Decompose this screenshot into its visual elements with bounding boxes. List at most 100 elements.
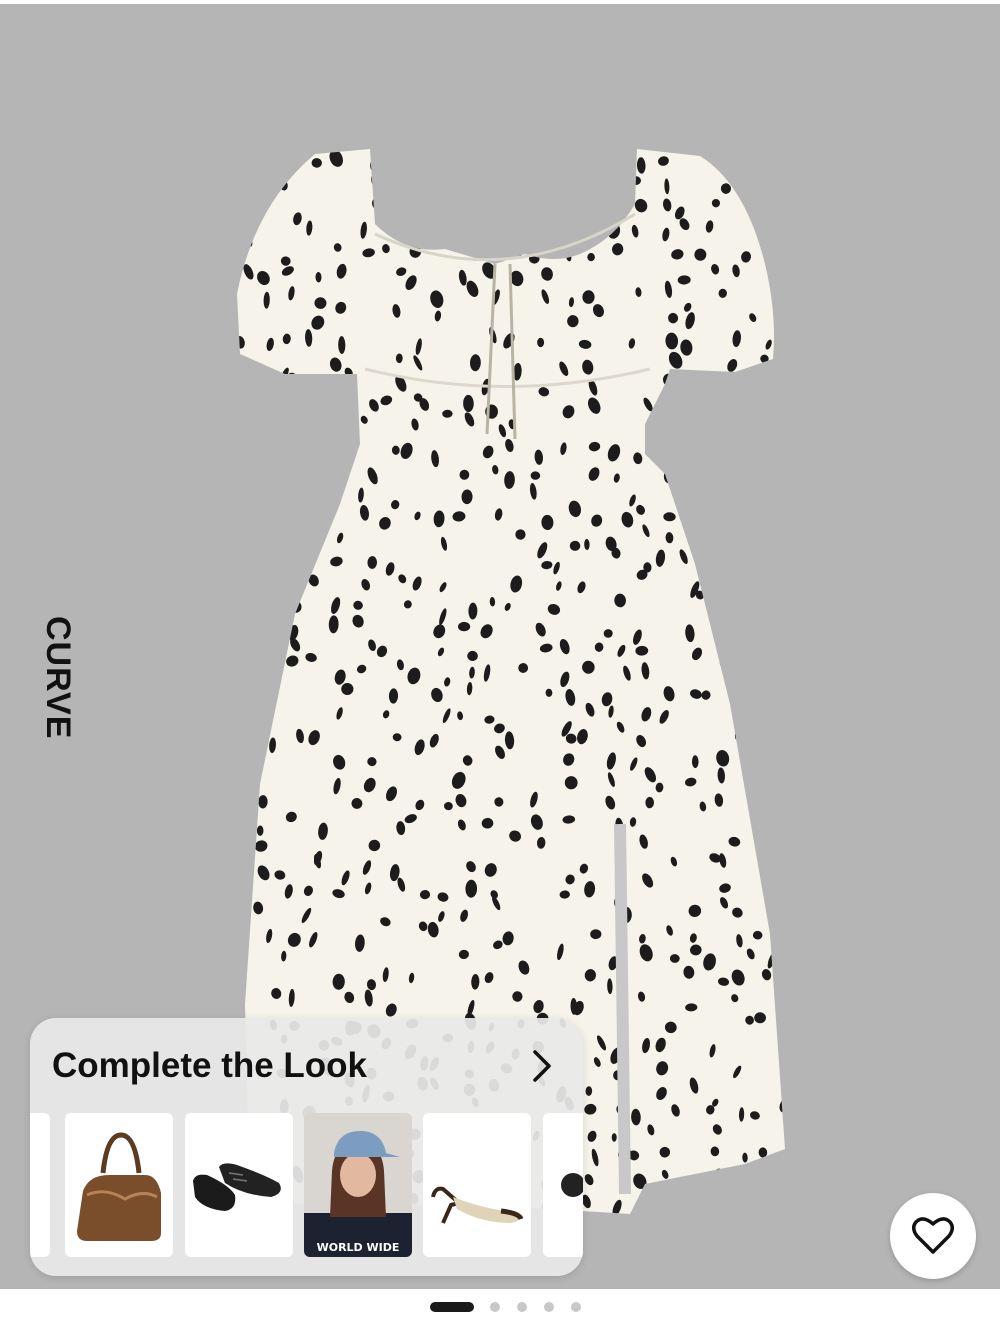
dress-spot [774,513,784,527]
dress-spot [343,427,352,437]
dress-spot [548,198,555,210]
dress-spot [237,224,245,242]
product-image-area[interactable]: CURVE Complete the Look WORLD WIDE [0,4,1000,1289]
dress-spot [786,649,793,659]
dress-spot [460,227,470,237]
dress-spot [690,1176,698,1189]
carousel-dot[interactable] [571,1302,581,1312]
dress-spot [693,446,701,457]
dress-spot [712,542,721,556]
dress-spot [292,398,305,416]
look-item-shoes[interactable] [185,1113,293,1257]
dress-spot [256,427,268,437]
dress-spot [237,499,249,514]
dress-spot [712,456,723,467]
dress-spot [237,474,244,488]
dress-spot [266,504,275,515]
dress-spot [766,1194,775,1205]
dress-spot [516,196,524,210]
dress-spot [792,747,795,760]
favorite-button[interactable] [890,1193,976,1279]
dress-spot [782,271,785,285]
dress-spot [784,1149,795,1164]
dress-spot [791,402,795,420]
dress-spot [266,166,275,177]
dress-spot [784,370,785,389]
dress-spot [422,183,430,192]
dress-spot [727,580,739,596]
dress-spot [767,261,774,271]
look-item-partial-left[interactable] [30,1113,50,1257]
dress-spot [237,554,241,564]
dress-spot [292,490,303,506]
look-items-row[interactable]: WORLD WIDE [30,1113,583,1257]
dress-spot [739,1173,752,1189]
dress-spot [395,179,408,194]
dress-spot [769,793,782,806]
carousel-pagination[interactable] [430,1301,590,1313]
dress-spot [719,570,726,587]
dress-spot [471,156,478,171]
look-item-partial-right[interactable] [543,1113,583,1257]
dress-spot [437,219,449,237]
dress-spot [410,162,420,174]
dress-spot [760,555,766,568]
dress-spot [760,184,770,198]
look-item-heels[interactable] [423,1113,531,1257]
dress-spot [284,434,294,443]
dress-spot [784,175,785,191]
dress-spot [243,687,253,700]
dress-spot [771,285,778,299]
dress-spot [769,863,780,877]
dress-spot [237,480,241,499]
dress-spot [779,1167,785,1184]
dress-spot [237,910,244,923]
dress-spot [782,444,785,456]
dress-spot [237,954,240,970]
dress-spot [251,753,261,768]
dress-spot [757,729,769,742]
dress-spot [237,707,244,724]
dress-spot [540,224,550,234]
dress-spot [292,443,301,455]
carousel-dot-active[interactable] [430,1302,474,1312]
dress-spot [685,491,694,507]
dress-spot [761,445,768,457]
dress-spot [786,203,795,215]
dress-spot [758,604,766,614]
dress-spot [777,798,785,812]
dress-spot [737,689,750,700]
dress-spot [768,812,776,824]
dress-spot [754,673,767,685]
dress-spot [263,409,274,420]
dress-spot [342,405,356,417]
dress-spot [446,206,452,219]
carousel-dot[interactable] [490,1302,500,1312]
dress-spot [611,1133,617,1142]
dress-spot [290,467,297,481]
look-item-cap-model[interactable]: WORLD WIDE [304,1113,412,1257]
dress-spot [720,1208,733,1214]
dress-spot [225,584,237,595]
dress-spot [766,839,777,851]
chevron-right-icon[interactable] [529,1048,555,1084]
carousel-dot[interactable] [517,1302,527,1312]
complete-the-look-card[interactable]: Complete the Look WORLD WIDE [30,1018,583,1276]
dress-spot [241,430,255,441]
shoes-icon [193,1163,281,1211]
dress-spot [590,198,603,213]
dress-spot [318,427,325,438]
dress-spot [240,798,251,812]
dress-spot [713,544,725,562]
dress-spot [783,597,795,618]
dress-spot [684,432,692,441]
dress-spot [534,160,541,170]
look-item-bag[interactable] [65,1113,173,1257]
carousel-dot[interactable] [544,1302,554,1312]
dress-spot [784,710,785,722]
dress-spot [237,843,243,856]
dress-spot [763,1218,774,1219]
dress-spot [784,304,795,323]
dress-spot [256,601,270,613]
dress-spot [270,560,277,569]
